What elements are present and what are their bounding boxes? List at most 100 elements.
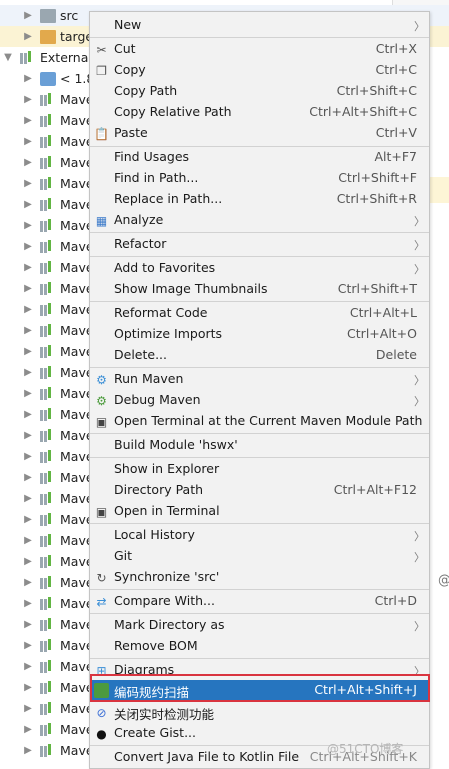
menu-item-cut[interactable]: ✂ Cut Ctrl+X [90, 39, 429, 60]
tree-row-maven-library[interactable]: ▶ Mave [0, 719, 93, 740]
chevron-right-icon[interactable]: ▶ [22, 409, 34, 420]
menu-item-copy-relative-path[interactable]: Copy Relative Path Ctrl+Alt+Shift+C [90, 102, 429, 123]
menu-item-mark-directory-as[interactable]: Mark Directory as 〉 [90, 615, 429, 636]
chevron-right-icon[interactable]: ▶ [22, 556, 34, 567]
tree-row-maven-library[interactable]: ▶ Mave [0, 467, 93, 488]
chevron-right-icon[interactable]: ▶ [22, 367, 34, 378]
menu-item-new[interactable]: New 〉 [90, 15, 429, 36]
chevron-right-icon[interactable]: ▶ [22, 703, 34, 714]
tree-row-maven-library[interactable]: ▶ Mave [0, 572, 93, 593]
menu-item-show-image-thumbnails[interactable]: Show Image Thumbnails Ctrl+Shift+T [90, 279, 429, 300]
tree-row-maven-library[interactable]: ▶ Mave [0, 446, 93, 467]
menu-item-close-realtime-check[interactable]: ⊘ 关闭实时检测功能 [90, 702, 429, 723]
chevron-right-icon[interactable]: ▶ [22, 388, 34, 399]
tree-row-maven-library[interactable]: ▶ Mave [0, 173, 93, 194]
menu-item-build-module[interactable]: Build Module 'hswx' [90, 435, 429, 456]
menu-item-local-history[interactable]: Local History 〉 [90, 525, 429, 546]
menu-item-open-terminal-maven[interactable]: ▣ Open Terminal at the Current Maven Mod… [90, 411, 429, 432]
tree-row-maven-library[interactable]: ▶ Mave [0, 194, 93, 215]
tree-row-maven-library[interactable]: ▶ Mave [0, 425, 93, 446]
tree-row-maven-library[interactable]: ▶ Mave [0, 215, 93, 236]
tree-row-maven-library[interactable]: ▶ Mave [0, 593, 93, 614]
tree-row-maven-library[interactable]: ▶ Mave [0, 677, 93, 698]
tree-row-maven-library[interactable]: ▶ Mave [0, 278, 93, 299]
chevron-right-icon[interactable]: ▶ [22, 136, 34, 147]
menu-item-find-in-path[interactable]: Find in Path... Ctrl+Shift+F [90, 168, 429, 189]
menu-item-debug-maven[interactable]: ⚙ Debug Maven 〉 [90, 390, 429, 411]
menu-item-optimize-imports[interactable]: Optimize Imports Ctrl+Alt+O [90, 324, 429, 345]
chevron-right-icon[interactable]: ▶ [22, 619, 34, 630]
menu-item-copy[interactable]: ❐ Copy Ctrl+C [90, 60, 429, 81]
tree-row-maven-library[interactable]: ▶ Mave [0, 551, 93, 572]
chevron-right-icon[interactable]: ▶ [22, 178, 34, 189]
chevron-right-icon[interactable]: ▶ [22, 94, 34, 105]
menu-item-compare-with[interactable]: ⇄ Compare With... Ctrl+D [90, 591, 429, 612]
chevron-right-icon[interactable]: ▶ [22, 682, 34, 693]
menu-item-paste[interactable]: 📋 Paste Ctrl+V [90, 123, 429, 144]
menu-item-synchronize[interactable]: ↻ Synchronize 'src' [90, 567, 429, 588]
chevron-right-icon[interactable]: ▶ [22, 577, 34, 588]
tree-row-maven-library[interactable]: ▶ Mave [0, 152, 93, 173]
tree-row-maven-library[interactable]: ▶ Mave [0, 635, 93, 656]
chevron-right-icon[interactable]: ▶ [22, 31, 34, 42]
tree-row-maven-library[interactable]: ▶ Mave [0, 362, 93, 383]
chevron-right-icon[interactable]: ▶ [22, 430, 34, 441]
chevron-right-icon[interactable]: ▶ [22, 283, 34, 294]
chevron-right-icon[interactable]: ▶ [22, 346, 34, 357]
tree-row-maven-library[interactable]: ▶ Mave [0, 110, 93, 131]
chevron-right-icon[interactable]: ▶ [22, 73, 34, 84]
chevron-right-icon[interactable]: ▶ [22, 598, 34, 609]
tree-row-maven-library[interactable]: ▶ Mave [0, 656, 93, 677]
tree-row-maven-library[interactable]: ▶ Mave [0, 299, 93, 320]
menu-item-open-in-terminal[interactable]: ▣ Open in Terminal [90, 501, 429, 522]
tree-row-maven-library[interactable]: ▶ Mave [0, 236, 93, 257]
tree-row-maven-library[interactable]: ▶ Mave [0, 509, 93, 530]
tree-row-maven-library[interactable]: ▶ Mave [0, 383, 93, 404]
tree-row-maven-library[interactable]: ▶ Mave [0, 89, 93, 110]
menu-item-run-maven[interactable]: ⚙ Run Maven 〉 [90, 369, 429, 390]
menu-item-delete[interactable]: Delete... Delete [90, 345, 429, 366]
chevron-down-icon[interactable]: ▼ [2, 52, 14, 63]
menu-item-git[interactable]: Git 〉 [90, 546, 429, 567]
tree-row-jdk[interactable]: ▶ < 1.8 [0, 68, 94, 89]
menu-item-reformat-code[interactable]: Reformat Code Ctrl+Alt+L [90, 303, 429, 324]
tree-row-maven-library[interactable]: ▶ Mave [0, 341, 93, 362]
chevron-right-icon[interactable]: ▶ [22, 514, 34, 525]
chevron-right-icon[interactable]: ▶ [22, 220, 34, 231]
chevron-right-icon[interactable]: ▶ [22, 241, 34, 252]
tree-row-maven-library[interactable]: ▶ Mave [0, 404, 93, 425]
tree-row-maven-library[interactable]: ▶ Mave [0, 488, 93, 509]
chevron-right-icon[interactable]: ▶ [22, 535, 34, 546]
chevron-right-icon[interactable]: ▶ [22, 493, 34, 504]
menu-item-directory-path[interactable]: Directory Path Ctrl+Alt+F12 [90, 480, 429, 501]
menu-item-add-to-favorites[interactable]: Add to Favorites 〉 [90, 258, 429, 279]
tree-row-maven-library[interactable]: ▶ Mave [0, 131, 93, 152]
tree-row-maven-library[interactable]: ▶ Mave [0, 320, 93, 341]
tree-row-maven-library[interactable]: ▶ Mave [0, 698, 93, 719]
chevron-right-icon[interactable]: ▶ [22, 724, 34, 735]
chevron-right-icon[interactable]: ▶ [22, 262, 34, 273]
tree-row-maven-library[interactable]: ▶ Mave [0, 530, 93, 551]
chevron-right-icon[interactable]: ▶ [22, 10, 34, 21]
menu-item-copy-path[interactable]: Copy Path Ctrl+Shift+C [90, 81, 429, 102]
chevron-right-icon[interactable]: ▶ [22, 472, 34, 483]
tree-row-maven-library[interactable]: ▶ Mave [0, 740, 93, 761]
chevron-right-icon[interactable]: ▶ [22, 745, 34, 756]
chevron-right-icon[interactable]: ▶ [22, 199, 34, 210]
chevron-right-icon[interactable]: ▶ [22, 304, 34, 315]
chevron-right-icon[interactable]: ▶ [22, 640, 34, 651]
chevron-right-icon[interactable]: ▶ [22, 661, 34, 672]
menu-item-find-usages[interactable]: Find Usages Alt+F7 [90, 147, 429, 168]
tree-row-maven-library[interactable]: ▶ Mave [0, 257, 93, 278]
chevron-right-icon[interactable]: ▶ [22, 157, 34, 168]
menu-item-replace-in-path[interactable]: Replace in Path... Ctrl+Shift+R [90, 189, 429, 210]
menu-item-refactor[interactable]: Refactor 〉 [90, 234, 429, 255]
chevron-right-icon[interactable]: ▶ [22, 451, 34, 462]
menu-item-show-in-explorer[interactable]: Show in Explorer [90, 459, 429, 480]
chevron-right-icon[interactable]: ▶ [22, 115, 34, 126]
tree-row-maven-library[interactable]: ▶ Mave [0, 614, 93, 635]
menu-item-remove-bom[interactable]: Remove BOM [90, 636, 429, 657]
chevron-right-icon[interactable]: ▶ [22, 325, 34, 336]
tree-row-external-libraries[interactable]: ▼ External [0, 47, 92, 68]
menu-item-analyze[interactable]: ▦ Analyze 〉 [90, 210, 429, 231]
